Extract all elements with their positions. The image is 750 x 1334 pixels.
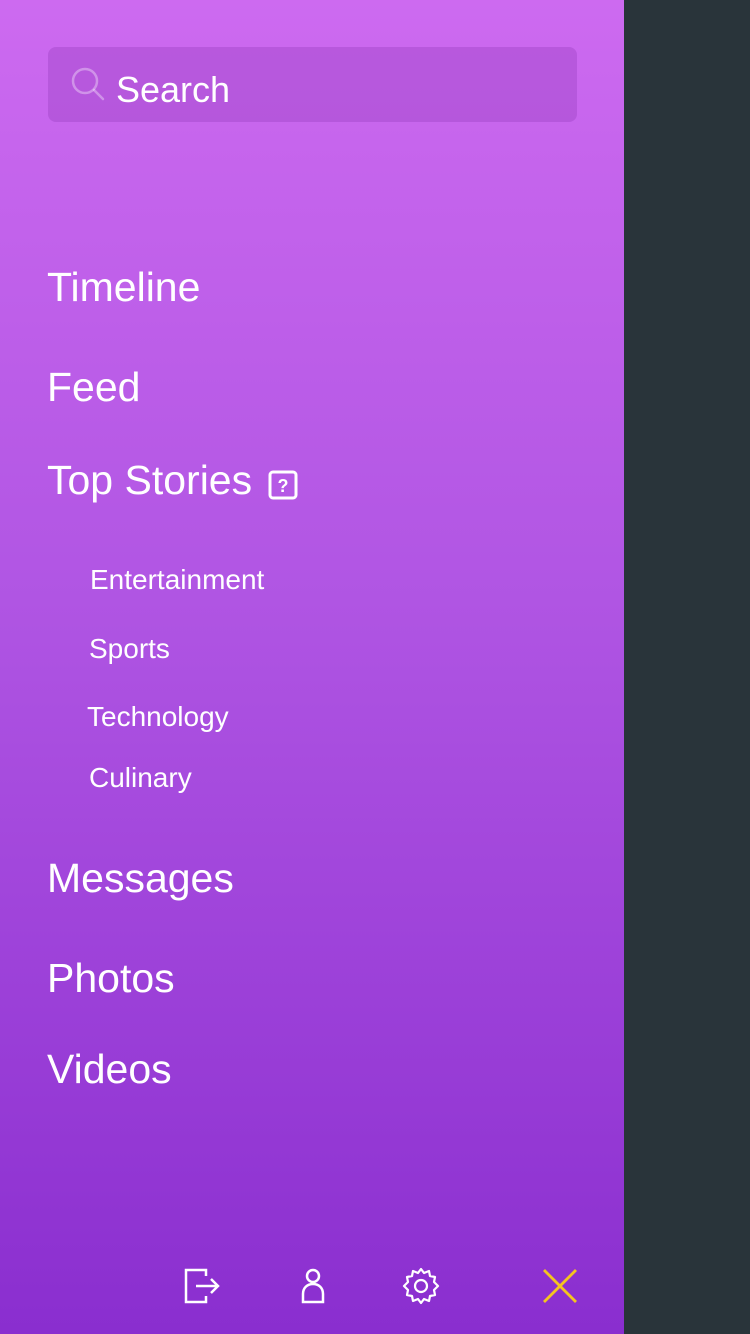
sub-item-entertainment[interactable]: Entertainment (90, 562, 264, 598)
settings-icon[interactable] (399, 1264, 443, 1308)
svg-text:?: ? (278, 476, 289, 496)
menu-item-top-stories[interactable]: Top Stories (47, 455, 252, 505)
sub-item-sports[interactable]: Sports (89, 631, 170, 667)
menu-item-messages[interactable]: Messages (47, 853, 234, 903)
menu-item-timeline[interactable]: Timeline (47, 262, 200, 312)
close-icon[interactable] (538, 1264, 582, 1308)
menu-item-photos[interactable]: Photos (47, 953, 175, 1003)
menu-item-videos[interactable]: Videos (47, 1044, 172, 1094)
user-icon[interactable] (291, 1264, 335, 1308)
logout-icon[interactable] (180, 1264, 224, 1308)
menu-item-feed[interactable]: Feed (47, 362, 140, 412)
side-drawer: Search Timeline Feed Top Stories ? Enter… (0, 0, 624, 1334)
search-icon (71, 67, 105, 101)
app-screen: Search Timeline Feed Top Stories ? Enter… (0, 0, 750, 1334)
help-icon[interactable]: ? (268, 470, 298, 500)
sub-item-culinary[interactable]: Culinary (89, 760, 192, 796)
search-input[interactable]: Search (116, 68, 230, 112)
sub-item-technology[interactable]: Technology (87, 699, 229, 735)
content-backdrop[interactable] (624, 0, 750, 1334)
